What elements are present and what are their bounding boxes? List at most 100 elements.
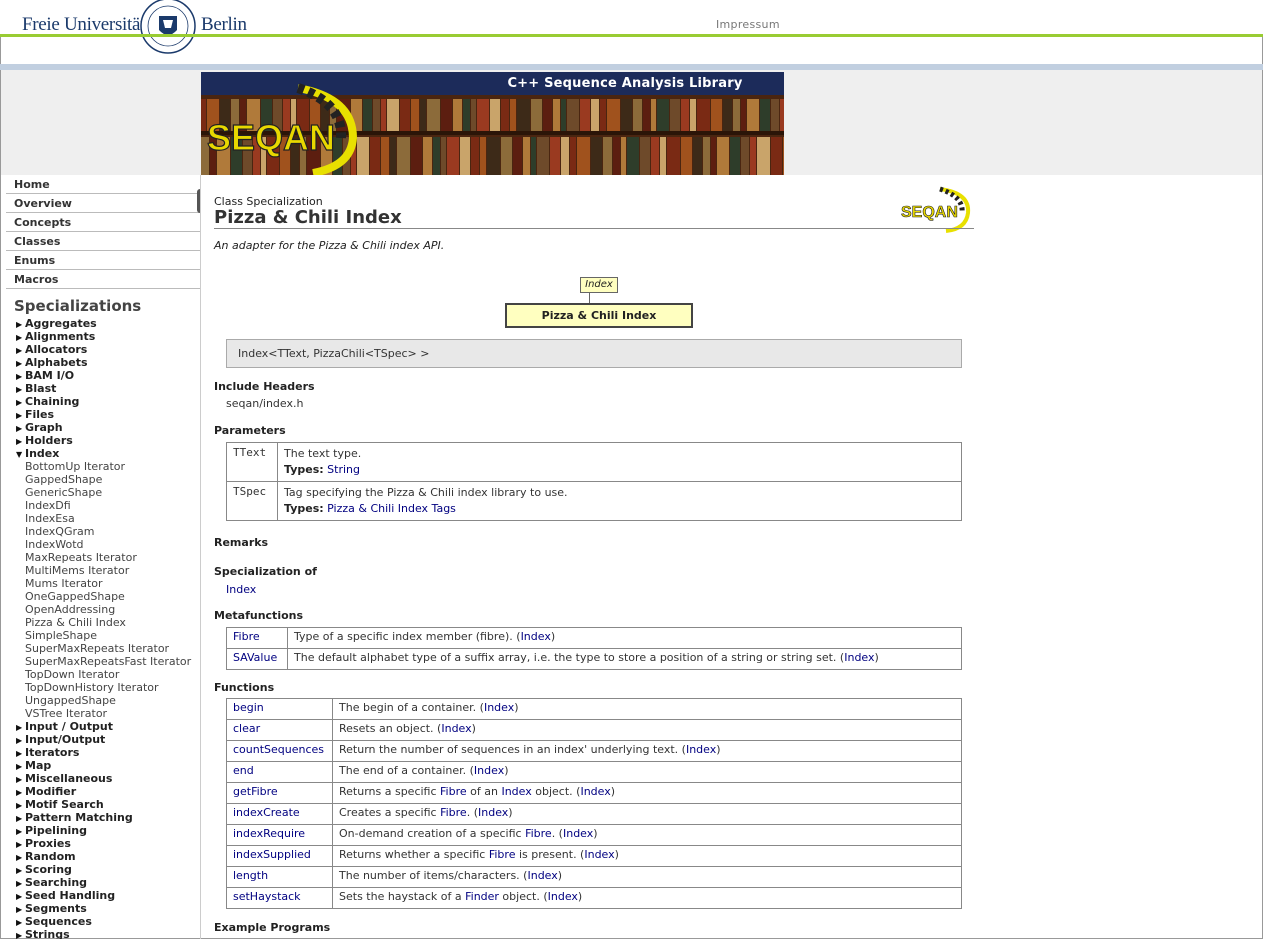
sidebar-item-macros[interactable]: Macros xyxy=(6,270,200,289)
sidebar-subitem-onegappedshape[interactable]: OneGappedShape xyxy=(6,590,200,603)
diagram-parent-node[interactable]: Index xyxy=(580,277,618,293)
sidebar-subitem-topdown-iterator[interactable]: TopDown Iterator xyxy=(6,668,200,681)
seqan-banner[interactable]: C++ Sequence Analysis Library SEQAN xyxy=(201,72,784,175)
sidebar-item-enums[interactable]: Enums xyxy=(6,251,200,270)
university-wordmark-right[interactable]: Berlin xyxy=(201,14,247,36)
function-link-end[interactable]: end xyxy=(233,764,254,777)
function-link-indexsupplied[interactable]: indexSupplied xyxy=(233,848,311,861)
ref-link-index[interactable]: Index xyxy=(521,630,551,643)
university-wordmark-left[interactable]: Freie Universität xyxy=(22,14,145,36)
triangle-right-icon[interactable]: ▶ xyxy=(16,929,25,939)
sidebar-category-graph[interactable]: ▶ Graph xyxy=(6,421,200,434)
sidebar-subitem-indexesa[interactable]: IndexEsa xyxy=(6,512,200,525)
sidebar-category-pattern-matching[interactable]: ▶ Pattern Matching xyxy=(6,811,200,824)
sidebar-category-aggregates[interactable]: ▶ Aggregates xyxy=(6,317,200,330)
sidebar-subitem-topdownhistory-iterator[interactable]: TopDownHistory Iterator xyxy=(6,681,200,694)
inline-link-finder[interactable]: Finder xyxy=(465,890,499,903)
sidebar-subitem-indexwotd[interactable]: IndexWotd xyxy=(6,538,200,551)
ref-link-index[interactable]: Index xyxy=(484,701,514,714)
sidebar-category-strings[interactable]: ▶ Strings xyxy=(6,928,200,939)
sidebar-item-overview[interactable]: Overview xyxy=(6,194,200,213)
sidebar-item-home[interactable]: Home xyxy=(6,175,200,194)
metafunction-link-fibre[interactable]: Fibre xyxy=(233,630,260,643)
ref-link-index[interactable]: Index xyxy=(844,651,874,664)
sidebar-subitem-ungappedshape[interactable]: UngappedShape xyxy=(6,694,200,707)
sidebar-category-alignments[interactable]: ▶ Alignments xyxy=(6,330,200,343)
function-link-begin[interactable]: begin xyxy=(233,701,264,714)
sidebar-subitem-simpleshape[interactable]: SimpleShape xyxy=(6,629,200,642)
parameter-row: TSpec Tag specifying the Pizza & Chili in… xyxy=(226,481,962,521)
ref-link-index[interactable]: Index xyxy=(563,827,593,840)
sidebar-category-miscellaneous[interactable]: ▶ Miscellaneous xyxy=(6,772,200,785)
metafunction-link-savalue[interactable]: SAValue xyxy=(233,651,277,664)
sidebar-category-motif-search[interactable]: ▶ Motif Search xyxy=(6,798,200,811)
sidebar-subitem-supermaxrepeats-iterator[interactable]: SuperMaxRepeats Iterator xyxy=(6,642,200,655)
sidebar-category-segments[interactable]: ▶ Segments xyxy=(6,902,200,915)
ref-link-index[interactable]: Index xyxy=(686,743,716,756)
function-link-indexrequire[interactable]: indexRequire xyxy=(233,827,305,840)
inline-link-fibre[interactable]: Fibre xyxy=(525,827,552,840)
sidebar-category-chaining[interactable]: ▶ Chaining xyxy=(6,395,200,408)
impressum-link[interactable]: Impressum xyxy=(716,18,780,31)
function-link-countsequences[interactable]: countSequences xyxy=(233,743,324,756)
sidebar-category-input-output[interactable]: ▶ Input / Output xyxy=(6,720,200,733)
ref-link-index[interactable]: Index xyxy=(441,722,471,735)
sidebar-category-alphabets[interactable]: ▶ Alphabets xyxy=(6,356,200,369)
sidebar-subitem-gappedshape[interactable]: GappedShape xyxy=(6,473,200,486)
ref-link-index[interactable]: Index xyxy=(580,785,610,798)
type-link-string[interactable]: String xyxy=(327,463,360,476)
inline-link-index[interactable]: Index xyxy=(501,785,531,798)
sidebar-category-searching[interactable]: ▶ Searching xyxy=(6,876,200,889)
function-link-getfibre[interactable]: getFibre xyxy=(233,785,278,798)
sidebar-category-index[interactable]: ▼ Index xyxy=(6,447,200,460)
function-description: Returns a specific Fibre of an Index obj… xyxy=(332,782,962,804)
book-spine xyxy=(390,137,396,175)
sidebar-category-map[interactable]: ▶ Map xyxy=(6,759,200,772)
sidebar-category-iterators[interactable]: ▶ Iterators xyxy=(6,746,200,759)
specialization-of-link[interactable]: Index xyxy=(226,583,256,596)
sidebar-scrollbar-thumb[interactable] xyxy=(197,189,200,213)
ref-link-index[interactable]: Index xyxy=(584,848,614,861)
inline-link-fibre[interactable]: Fibre xyxy=(489,848,516,861)
sidebar-subitem-genericshape[interactable]: GenericShape xyxy=(6,486,200,499)
ref-link-index[interactable]: Index xyxy=(478,806,508,819)
sidebar-category-proxies[interactable]: ▶ Proxies xyxy=(6,837,200,850)
sidebar-subitem-maxrepeats-iterator[interactable]: MaxRepeats Iterator xyxy=(6,551,200,564)
sidebar-item-concepts[interactable]: Concepts xyxy=(6,213,200,232)
sidebar-category-sequences[interactable]: ▶ Sequences xyxy=(6,915,200,928)
inline-link-fibre[interactable]: Fibre xyxy=(440,785,467,798)
sidebar-category-pipelining[interactable]: ▶ Pipelining xyxy=(6,824,200,837)
type-link-pizza-chili-index-tags[interactable]: Pizza & Chili Index Tags xyxy=(327,502,456,515)
sidebar-category-files[interactable]: ▶ Files xyxy=(6,408,200,421)
sidebar-subitem-supermaxrepeatsfast-iterator[interactable]: SuperMaxRepeatsFast Iterator xyxy=(6,655,200,668)
sidebar-category-modifier[interactable]: ▶ Modifier xyxy=(6,785,200,798)
sidebar-item-classes[interactable]: Classes xyxy=(6,232,200,251)
function-link-clear[interactable]: clear xyxy=(233,722,260,735)
sidebar-subitem-vstree-iterator[interactable]: VSTree Iterator xyxy=(6,707,200,720)
ref-link-index[interactable]: Index xyxy=(527,869,557,882)
triangle-down-icon[interactable]: ▼ xyxy=(16,448,25,461)
header-accent-bar xyxy=(0,34,1263,37)
sidebar-subitem-indexdfi[interactable]: IndexDfi xyxy=(6,499,200,512)
sidebar-category-blast[interactable]: ▶ Blast xyxy=(6,382,200,395)
sidebar-category-scoring[interactable]: ▶ Scoring xyxy=(6,863,200,876)
sidebar-category-allocators[interactable]: ▶ Allocators xyxy=(6,343,200,356)
sidebar-subitem-openaddressing[interactable]: OpenAddressing xyxy=(6,603,200,616)
ref-link-index[interactable]: Index xyxy=(548,890,578,903)
ref-link-index[interactable]: Index xyxy=(474,764,504,777)
sidebar-subitem-indexqgram[interactable]: IndexQGram xyxy=(6,525,200,538)
function-link-length[interactable]: length xyxy=(233,869,268,882)
university-seal-icon[interactable] xyxy=(137,0,199,56)
sidebar-category-input-output[interactable]: ▶ Input/Output xyxy=(6,733,200,746)
sidebar-subitem-bottomup-iterator[interactable]: BottomUp Iterator xyxy=(6,460,200,473)
sidebar-subitem-multimems-iterator[interactable]: MultiMems Iterator xyxy=(6,564,200,577)
function-link-sethaystack[interactable]: setHaystack xyxy=(233,890,301,903)
sidebar-subitem-pizza-chili-index[interactable]: Pizza & Chili Index xyxy=(6,616,200,629)
sidebar-category-random[interactable]: ▶ Random xyxy=(6,850,200,863)
sidebar-category-bam-i-o[interactable]: ▶ BAM I/O xyxy=(6,369,200,382)
sidebar-subitem-mums-iterator[interactable]: Mums Iterator xyxy=(6,577,200,590)
inline-link-fibre[interactable]: Fibre xyxy=(440,806,467,819)
sidebar-category-holders[interactable]: ▶ Holders xyxy=(6,434,200,447)
sidebar-category-seed-handling[interactable]: ▶ Seed Handling xyxy=(6,889,200,902)
function-link-indexcreate[interactable]: indexCreate xyxy=(233,806,300,819)
